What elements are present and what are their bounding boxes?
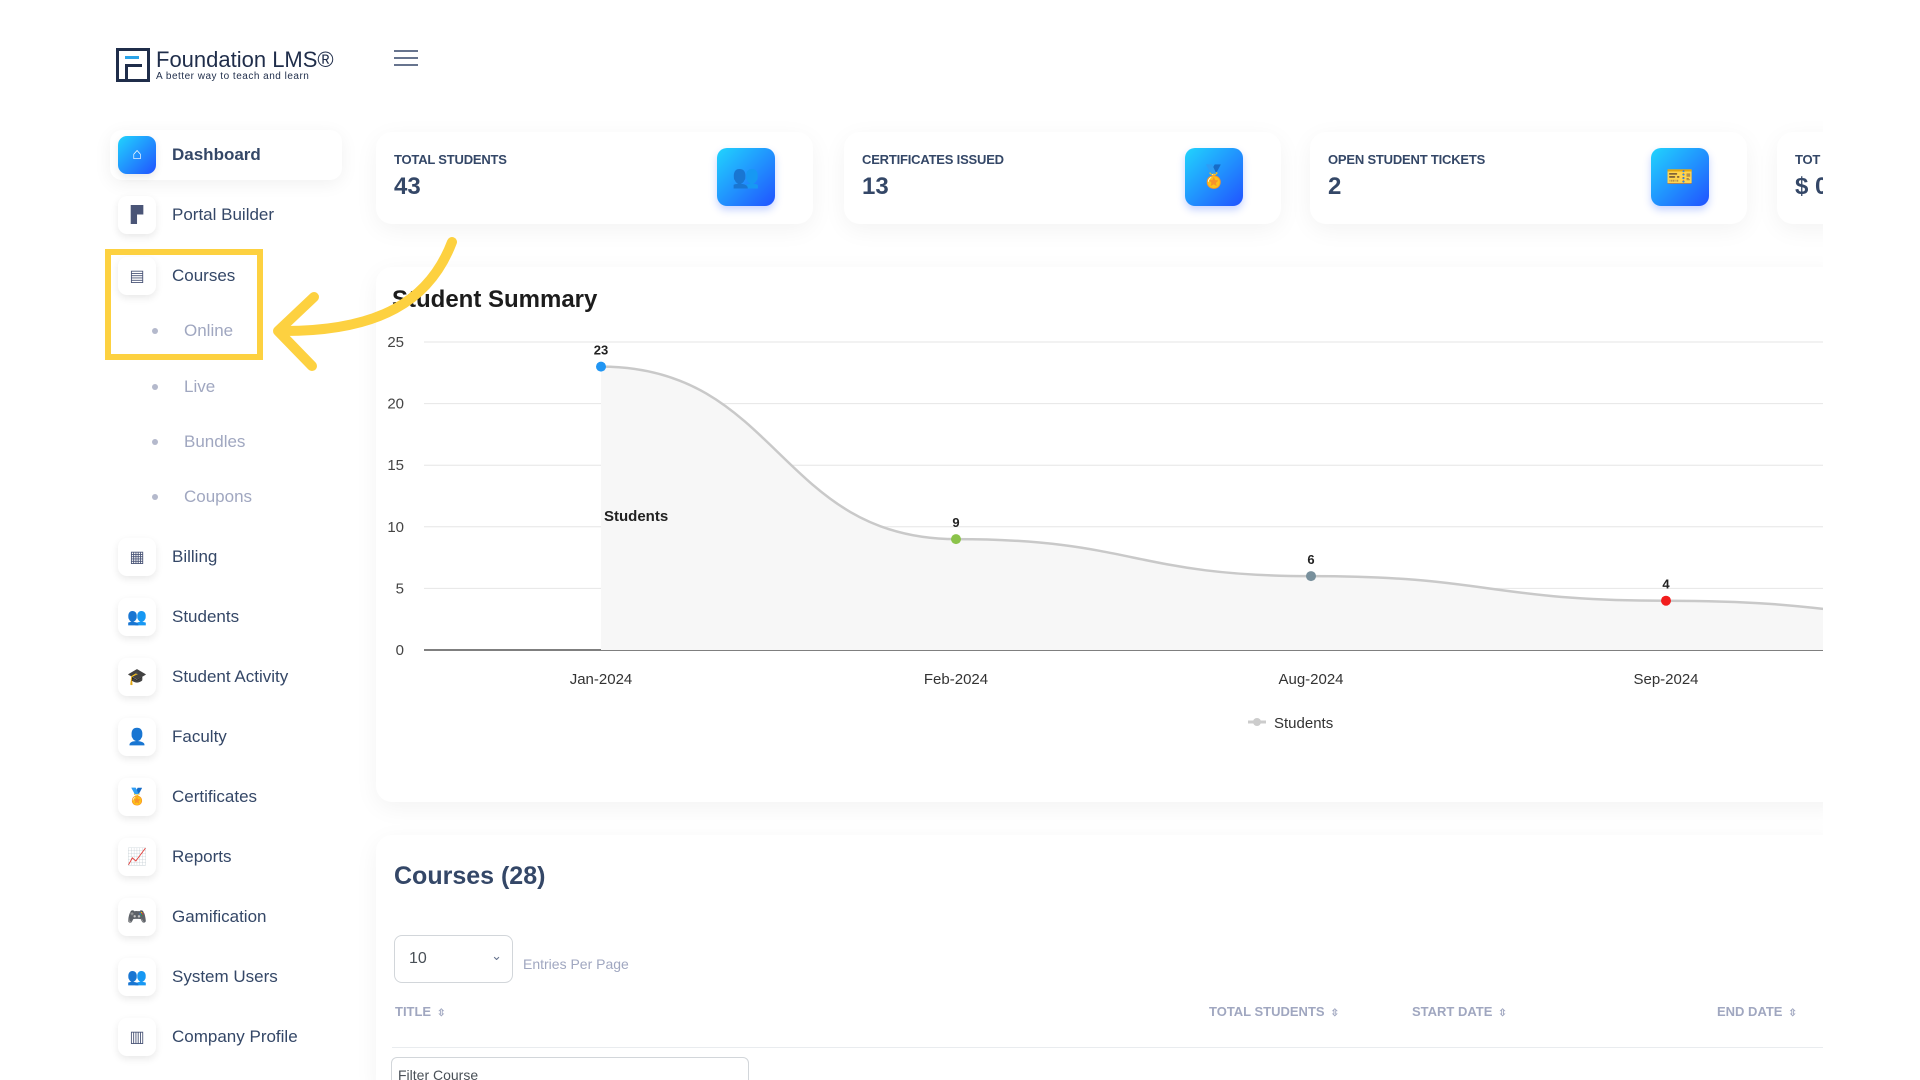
chevron-down-icon: ⌄ bbox=[491, 948, 502, 963]
entries-per-page-label: Entries Per Page bbox=[523, 956, 629, 972]
y-tick-label: 10 bbox=[387, 519, 404, 536]
courses-title: Courses (28) bbox=[394, 862, 546, 890]
sort-icon: ⇳ bbox=[1788, 1008, 1797, 1019]
main-content: TOTAL STUDENTS 43 👥 CERTIFICATES ISSUED 13 🏅 O… bbox=[0, 0, 1823, 1080]
x-tick-label: Aug-2024 bbox=[1278, 671, 1343, 688]
data-point[interactable] bbox=[951, 534, 961, 545]
y-tick-label: 15 bbox=[387, 457, 404, 474]
table-header-divider bbox=[392, 1047, 1823, 1048]
data-point[interactable] bbox=[1661, 595, 1671, 606]
column-title[interactable]: TITLE ⇳ bbox=[395, 1004, 446, 1019]
sort-icon: ⇳ bbox=[1330, 1008, 1339, 1019]
legend-marker bbox=[1253, 718, 1261, 726]
data-label: 4 bbox=[1662, 577, 1670, 592]
hover-series-label: Students bbox=[604, 508, 668, 525]
column-start-date[interactable]: START DATE ⇳ bbox=[1412, 1004, 1507, 1019]
column-total-students[interactable]: TOTAL STUDENTS ⇳ bbox=[1209, 1004, 1339, 1019]
data-label: 23 bbox=[594, 343, 608, 358]
x-tick-label: Jan-2024 bbox=[570, 671, 633, 688]
y-tick-label: 25 bbox=[387, 334, 404, 351]
data-label: 6 bbox=[1307, 552, 1314, 567]
legend-item-students[interactable]: Students bbox=[1274, 715, 1333, 732]
data-label: 9 bbox=[952, 515, 959, 530]
data-point[interactable] bbox=[596, 361, 606, 372]
area-fill bbox=[601, 366, 1823, 650]
y-tick-label: 5 bbox=[396, 580, 404, 597]
sort-icon: ⇳ bbox=[1498, 1008, 1507, 1019]
y-tick-label: 0 bbox=[396, 642, 404, 659]
y-tick-label: 20 bbox=[387, 396, 404, 413]
x-tick-label: Sep-2024 bbox=[1633, 671, 1698, 688]
page-size-value: 10 bbox=[409, 950, 427, 967]
column-end-date[interactable]: END DATE ⇳ bbox=[1717, 1004, 1797, 1019]
filter-course-input[interactable] bbox=[391, 1057, 749, 1080]
student-summary-chart: 0 5 10 15 20 25 23 Jan-2024 9 Feb-2024 6 Aug-2024 4 S… bbox=[387, 334, 1823, 732]
data-point[interactable] bbox=[1306, 571, 1316, 582]
x-tick-label: Feb-2024 bbox=[924, 671, 988, 688]
sort-icon: ⇳ bbox=[437, 1008, 446, 1019]
entries-per-page-select[interactable]: 10 ⌄ bbox=[394, 935, 513, 983]
